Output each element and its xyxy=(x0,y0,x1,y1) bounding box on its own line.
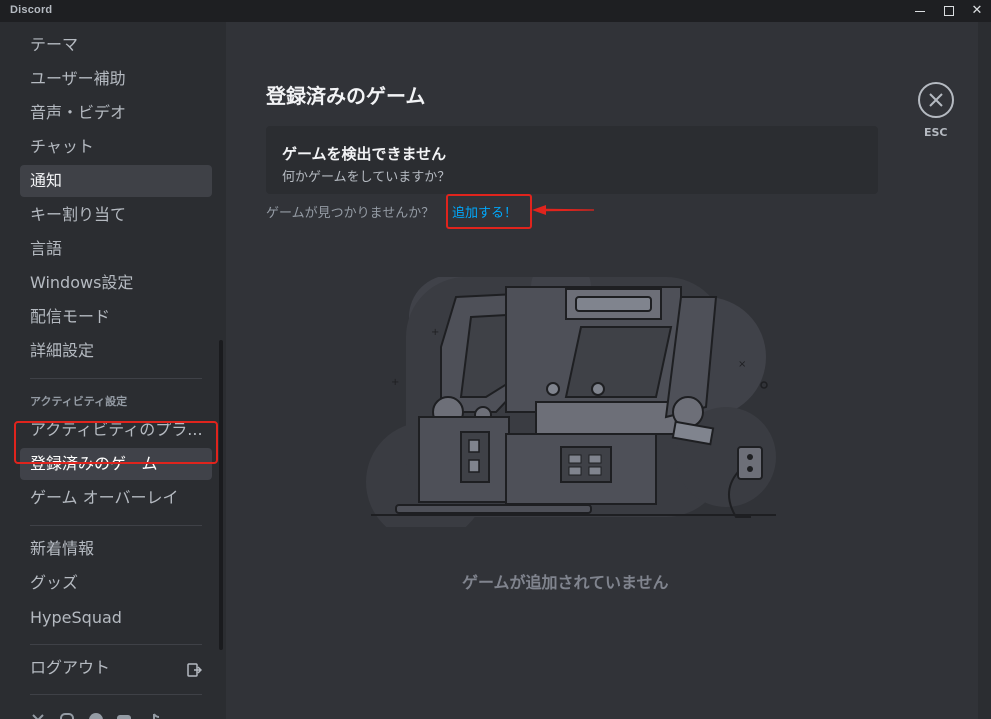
sidebar-header-activity: アクティビティ設定 xyxy=(30,395,128,408)
maximize-icon xyxy=(944,6,954,16)
main-content: 登録済みのゲーム ゲームを検出できません 何かゲームをしていますか？ ゲームが見… xyxy=(226,22,978,719)
sidebar-item-merch[interactable]: グッズ xyxy=(20,567,212,599)
window-titlebar: Discord ✕ xyxy=(0,0,991,22)
sidebar-scrollbar[interactable] xyxy=(219,340,223,650)
instagram-icon[interactable] xyxy=(59,712,75,719)
app-title: Discord xyxy=(10,4,53,16)
sidebar-item-advanced[interactable]: 詳細設定 xyxy=(20,335,212,367)
esc-label: ESC xyxy=(924,126,948,139)
facebook-icon[interactable] xyxy=(88,712,104,719)
sidebar-item-streamer-mode[interactable]: 配信モード xyxy=(20,301,212,333)
arcade-illustration: + + × xyxy=(366,277,776,527)
right-edge-panel xyxy=(978,22,991,719)
highlight-box-registered-games xyxy=(14,421,218,464)
empty-state-message: ゲームが追加されていません xyxy=(462,573,669,592)
sidebar-item-windows-settings[interactable]: Windows設定 xyxy=(20,267,212,299)
sidebar-item-game-overlay[interactable]: ゲーム オーバーレイ xyxy=(20,482,212,514)
card-title: ゲームを検出できません xyxy=(282,145,447,163)
detected-game-card: ゲームを検出できません 何かゲームをしていますか？ xyxy=(266,126,878,194)
sidebar-item-keybinds[interactable]: キー割り当て xyxy=(20,199,212,231)
sidebar-item-accessibility[interactable]: ユーザー補助 xyxy=(20,63,212,95)
sidebar-item-notifications[interactable]: 通知 xyxy=(20,165,212,197)
svg-text:+: + xyxy=(431,327,439,338)
sidebar-divider xyxy=(30,378,202,379)
sidebar-item-chat[interactable]: チャット xyxy=(20,131,212,163)
sidebar-item-theme[interactable]: テーマ xyxy=(20,29,212,61)
sidebar-item-voice-video[interactable]: 音声・ビデオ xyxy=(20,97,212,129)
sidebar-item-hypesquad[interactable]: HypeSquad xyxy=(20,602,212,634)
find-game-prompt: ゲームが見つかりませんか？ xyxy=(266,206,435,221)
maximize-button[interactable] xyxy=(935,0,963,22)
sidebar-divider xyxy=(30,644,202,645)
minimize-button[interactable] xyxy=(906,0,934,22)
highlight-box-add-link xyxy=(446,194,532,229)
sidebar-divider xyxy=(30,694,202,695)
sidebar-item-logout[interactable]: ログアウト xyxy=(20,652,212,684)
card-subtitle: 何かゲームをしていますか？ xyxy=(282,170,451,185)
window-close-button[interactable]: ✕ xyxy=(963,0,991,22)
svg-text:×: × xyxy=(738,359,746,370)
youtube-icon[interactable] xyxy=(116,712,132,719)
logout-icon xyxy=(187,663,202,677)
tiktok-icon[interactable] xyxy=(146,712,162,719)
x-icon[interactable] xyxy=(30,712,46,719)
close-icon xyxy=(929,93,943,107)
close-button[interactable] xyxy=(918,82,954,118)
page-title: 登録済みのゲーム xyxy=(266,84,426,108)
settings-sidebar: テーマ ユーザー補助 音声・ビデオ チャット 通知 キー割り当て 言語 Wind… xyxy=(0,22,226,719)
arrow-annotation-icon xyxy=(532,205,594,215)
sidebar-item-whats-new[interactable]: 新着情報 xyxy=(20,533,212,565)
svg-text:+: + xyxy=(391,377,399,388)
sidebar-divider xyxy=(30,525,202,526)
minimize-icon xyxy=(915,11,925,12)
sidebar-item-language[interactable]: 言語 xyxy=(20,233,212,265)
